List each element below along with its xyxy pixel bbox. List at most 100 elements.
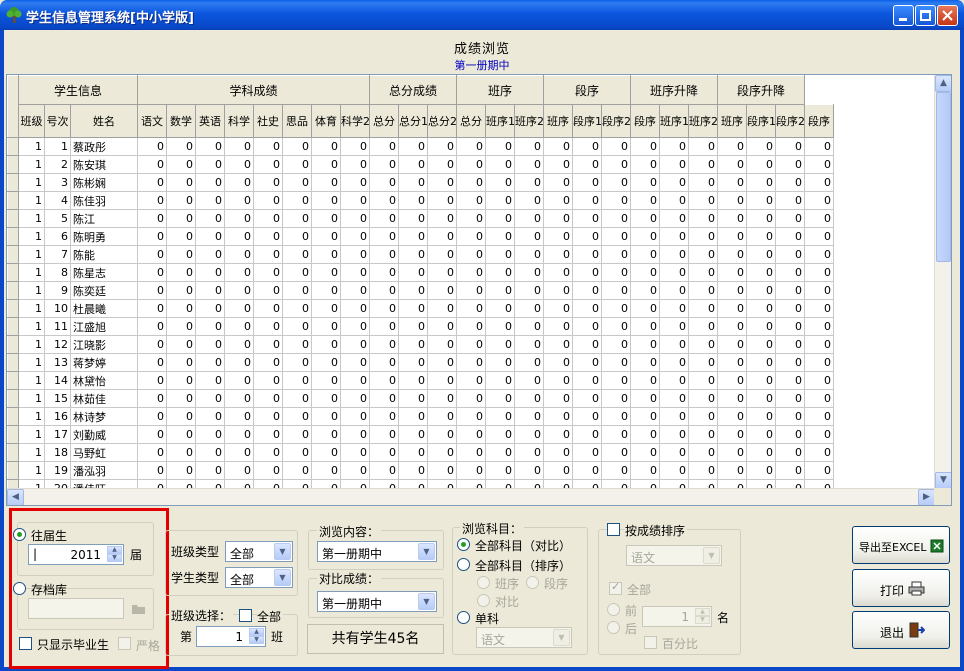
compare-select[interactable]: 第一册期中 ▼ <box>317 591 437 612</box>
class-down-arrow[interactable]: ▼ <box>249 636 264 644</box>
table-row[interactable]: 1 9 陈奕廷 0 0 0 0 0 0 0 0 0 0 0 0 0 0 0 0 0 0 0 0 0 0 0 0 <box>7 281 835 300</box>
close-button[interactable] <box>937 5 958 26</box>
table-cell: 1 <box>18 317 45 336</box>
table-cell: 1 <box>18 407 45 426</box>
score-cell: 0 <box>514 191 545 210</box>
score-cell: 0 <box>485 461 516 480</box>
score-cell: 0 <box>514 299 545 318</box>
column-header[interactable]: 段序2 <box>601 104 632 138</box>
score-cell: 0 <box>601 425 632 444</box>
column-header[interactable]: 段序 <box>804 104 835 138</box>
table-row[interactable]: 1 16 林诗梦 0 0 0 0 0 0 0 0 0 0 0 0 0 0 0 0 0 0 0 0 0 0 0 0 <box>7 407 835 426</box>
table-row[interactable]: 1 1 蔡政彤 0 0 0 0 0 0 0 0 0 0 0 0 0 0 0 0 0 0 0 0 0 0 0 0 <box>7 137 835 156</box>
column-header[interactable]: 体育 <box>311 104 341 138</box>
column-header[interactable]: 段序1 <box>746 104 777 138</box>
exit-button[interactable]: 退出 <box>852 611 950 649</box>
column-header[interactable]: 科学2 <box>339 104 371 138</box>
score-cell: 0 <box>804 425 835 444</box>
column-header[interactable]: 班序1 <box>659 104 690 138</box>
score-cell: 0 <box>630 317 661 336</box>
column-header[interactable]: 总分 <box>456 104 487 138</box>
column-header[interactable]: 语文 <box>137 104 167 138</box>
column-header[interactable]: 班序2 <box>688 104 719 138</box>
class-type-select[interactable]: 全部 ▼ <box>225 541 293 562</box>
scroll-left-button[interactable]: ◀ <box>7 489 24 505</box>
column-header[interactable]: 总分1 <box>398 104 429 138</box>
table-row[interactable]: 1 6 陈明勇 0 0 0 0 0 0 0 0 0 0 0 0 0 0 0 0 0 0 0 0 0 0 0 0 <box>7 227 835 246</box>
column-header[interactable]: 段序2 <box>775 104 806 138</box>
column-header[interactable]: 社史 <box>253 104 283 138</box>
column-header[interactable]: 段序 <box>630 104 661 138</box>
column-header[interactable]: 班序1 <box>485 104 516 138</box>
scroll-down-button[interactable]: ▼ <box>935 472 951 489</box>
vertical-scroll-thumb[interactable] <box>936 92 951 262</box>
score-cell: 0 <box>137 317 167 336</box>
column-header[interactable]: 数学 <box>166 104 196 138</box>
score-cell: 0 <box>746 209 777 228</box>
radio-back-label: 后 <box>625 622 638 636</box>
table-row[interactable]: 1 5 陈江 0 0 0 0 0 0 0 0 0 0 0 0 0 0 0 0 0 0 0 0 0 0 0 0 <box>7 209 835 228</box>
scroll-right-button[interactable]: ▶ <box>918 489 935 505</box>
column-header[interactable]: 英语 <box>195 104 225 138</box>
minimize-button[interactable] <box>893 5 914 26</box>
radio-all-rank[interactable] <box>457 558 470 571</box>
table-row[interactable]: 1 17 刘勤威 0 0 0 0 0 0 0 0 0 0 0 0 0 0 0 0 0 0 0 0 0 0 0 0 <box>7 425 835 444</box>
print-button[interactable]: 打印 <box>852 569 950 607</box>
score-cell: 0 <box>746 245 777 264</box>
radio-single-subject[interactable] <box>457 611 470 624</box>
score-cell: 0 <box>572 461 603 480</box>
table-row[interactable]: 1 4 陈佳羽 0 0 0 0 0 0 0 0 0 0 0 0 0 0 0 0 0 0 0 0 0 0 0 0 <box>7 191 835 210</box>
table-row[interactable]: 1 3 陈彬娴 0 0 0 0 0 0 0 0 0 0 0 0 0 0 0 0 0 0 0 0 0 0 0 0 <box>7 173 835 192</box>
class-up-arrow[interactable]: ▲ <box>249 628 264 636</box>
score-cell: 0 <box>195 137 225 156</box>
vertical-scrollbar[interactable]: ▲ ▼ <box>934 75 951 489</box>
horizontal-scrollbar[interactable]: ◀ ▶ <box>7 488 935 505</box>
score-cell: 0 <box>253 353 283 372</box>
maximize-button[interactable] <box>915 5 936 26</box>
score-cell: 0 <box>717 191 748 210</box>
column-header[interactable]: 班级 <box>18 104 45 138</box>
column-header[interactable]: 姓名 <box>70 104 138 138</box>
sort-by-score-checkbox[interactable] <box>607 523 620 536</box>
scroll-up-button[interactable]: ▲ <box>935 75 951 92</box>
table-row[interactable]: 1 8 陈星志 0 0 0 0 0 0 0 0 0 0 0 0 0 0 0 0 0 0 0 0 0 0 0 0 <box>7 263 835 282</box>
table-row[interactable]: 1 11 江盛旭 0 0 0 0 0 0 0 0 0 0 0 0 0 0 0 0 0 0 0 0 0 0 0 0 <box>7 317 835 336</box>
all-classes-checkbox[interactable] <box>239 609 252 622</box>
column-header[interactable]: 班序 <box>717 104 748 138</box>
column-header[interactable]: 总分2 <box>427 104 458 138</box>
score-cell: 0 <box>311 389 341 408</box>
score-cell: 0 <box>485 245 516 264</box>
column-header[interactable]: 班序 <box>543 104 574 138</box>
column-header[interactable]: 班序2 <box>514 104 545 138</box>
score-grid[interactable]: 学生信息 学科成绩 总分成绩 班序 段序 班序升降 段序升降 班级 号次 姓名 语文 数学 英语 科学社… <box>6 74 952 506</box>
table-row[interactable]: 1 15 林茹佳 0 0 0 0 0 0 0 0 0 0 0 0 0 0 0 0 0 0 0 0 0 0 0 0 <box>7 389 835 408</box>
score-cell: 0 <box>398 281 429 300</box>
score-cell: 0 <box>282 173 312 192</box>
score-cell: 0 <box>195 389 225 408</box>
table-row[interactable]: 1 2 陈安琪 0 0 0 0 0 0 0 0 0 0 0 0 0 0 0 0 0 0 0 0 0 0 0 0 <box>7 155 835 174</box>
table-cell: 3 <box>44 173 71 192</box>
table-row[interactable]: 1 10 杜晨曦 0 0 0 0 0 0 0 0 0 0 0 0 0 0 0 0 0 0 0 0 0 0 0 0 <box>7 299 835 318</box>
table-row[interactable]: 1 14 林黛怡 0 0 0 0 0 0 0 0 0 0 0 0 0 0 0 0 0 0 0 0 0 0 0 0 <box>7 371 835 390</box>
table-row[interactable]: 1 7 陈能 0 0 0 0 0 0 0 0 0 0 0 0 0 0 0 0 0 0 0 0 0 0 0 0 <box>7 245 835 264</box>
browse-content-select[interactable]: 第一册期中 ▼ <box>317 541 437 562</box>
class-number-spinner[interactable]: 1 ▲ ▼ <box>196 626 266 647</box>
score-cell: 0 <box>572 317 603 336</box>
column-header[interactable]: 总分 <box>369 104 400 138</box>
table-cell: 15 <box>44 389 71 408</box>
score-cell: 0 <box>253 245 283 264</box>
score-cell: 0 <box>253 155 283 174</box>
table-row[interactable]: 1 18 马野虹 0 0 0 0 0 0 0 0 0 0 0 0 0 0 0 0 0 0 0 0 0 0 0 0 <box>7 443 835 462</box>
column-header[interactable]: 思品 <box>282 104 312 138</box>
table-cell: 陈奕廷 <box>70 281 138 300</box>
column-header[interactable]: 段序1 <box>572 104 603 138</box>
student-type-select[interactable]: 全部 ▼ <box>225 567 293 588</box>
radio-all-compare[interactable] <box>457 538 470 551</box>
table-row[interactable]: 1 13 蒋梦婷 0 0 0 0 0 0 0 0 0 0 0 0 0 0 0 0 0 0 0 0 0 0 0 0 <box>7 353 835 372</box>
score-cell: 0 <box>137 353 167 372</box>
table-row[interactable]: 1 12 江晓影 0 0 0 0 0 0 0 0 0 0 0 0 0 0 0 0 0 0 0 0 0 0 0 0 <box>7 335 835 354</box>
export-excel-button[interactable]: 导出至EXCEL <box>852 526 950 564</box>
column-header[interactable]: 号次 <box>44 104 71 138</box>
table-row[interactable]: 1 19 潘泓羽 0 0 0 0 0 0 0 0 0 0 0 0 0 0 0 0 0 0 0 0 0 0 0 0 <box>7 461 835 480</box>
column-header[interactable]: 科学 <box>224 104 254 138</box>
